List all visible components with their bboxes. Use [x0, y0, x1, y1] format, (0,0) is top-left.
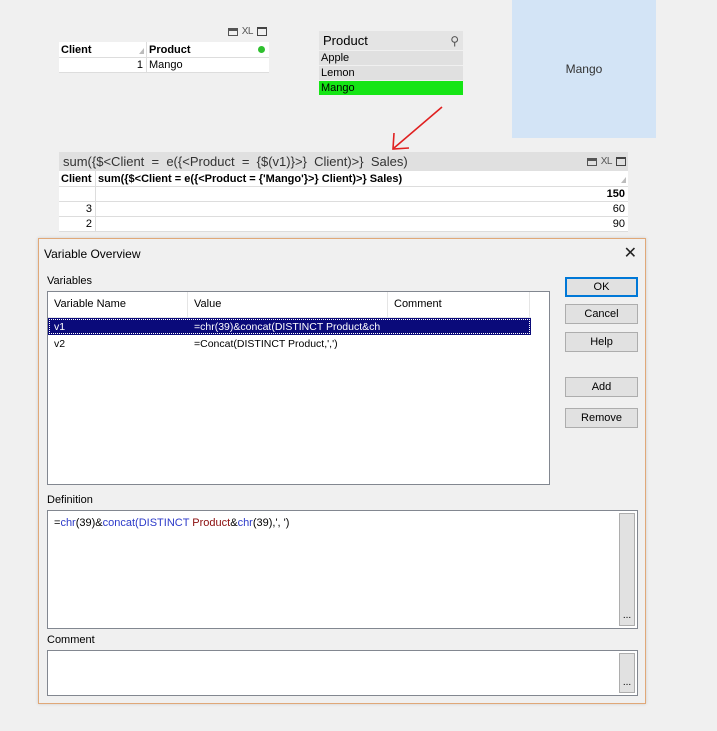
table-row[interactable]: 2 90: [59, 217, 628, 232]
xl-icon[interactable]: XL: [242, 26, 254, 37]
column-header-comment[interactable]: Comment: [388, 292, 530, 317]
product-listbox: Product ⚲ Apple Lemon Mango: [319, 31, 463, 95]
dialog-title: Variable Overview: [44, 247, 141, 261]
listbox-title: Product: [323, 33, 368, 48]
table-row[interactable]: 1 Mango: [59, 58, 269, 73]
red-arrow-annotation: [392, 106, 443, 150]
definition-label: Definition: [47, 494, 93, 506]
table-header: Client Product: [59, 42, 269, 58]
variables-list[interactable]: Variable Name Value Comment v1 =chr(39)&…: [47, 291, 550, 485]
text-object: Mango: [512, 0, 656, 138]
column-header-value[interactable]: Value: [188, 292, 388, 317]
comment-expand-button[interactable]: ...: [619, 653, 635, 693]
cell-client: 1: [59, 58, 147, 72]
listbox-item-lemon[interactable]: Lemon: [319, 65, 463, 80]
variable-value: =Concat(DISTINCT Product,','): [194, 337, 338, 350]
ok-button[interactable]: OK: [565, 277, 638, 297]
listbox-item-apple[interactable]: Apple: [319, 50, 463, 65]
variable-name: v1: [54, 320, 66, 333]
cell-client: 3: [59, 202, 96, 216]
table-caption: sum({$<Client = e({<Product = {$(v1)}>} …: [59, 152, 628, 171]
help-button[interactable]: Help: [565, 332, 638, 352]
variables-list-header: Variable Name Value Comment: [48, 292, 531, 318]
column-header-variable-name[interactable]: Variable Name: [48, 292, 188, 317]
table-row[interactable]: 3 60: [59, 202, 628, 217]
cell-client: 2: [59, 217, 96, 231]
cancel-button[interactable]: Cancel: [565, 304, 638, 324]
column-header-client[interactable]: Client: [59, 42, 147, 57]
remove-button[interactable]: Remove: [565, 408, 638, 428]
maximize-icon[interactable]: [616, 157, 626, 166]
sum-table: sum({$<Client = e({<Product = {$(v1)}>} …: [59, 152, 628, 232]
dialog-titlebar[interactable]: Variable Overview ✕: [39, 239, 645, 269]
search-status-icon: [258, 46, 265, 53]
sort-icon: [621, 177, 626, 183]
definition-editor[interactable]: =chr(39)&concat(DISTINCT Product&chr(39)…: [47, 510, 638, 629]
listbox-caption: Product ⚲: [319, 31, 463, 50]
cell-value: 90: [612, 218, 625, 230]
column-header-expression[interactable]: sum({$<Client = e({<Product = {'Mango'}>…: [96, 171, 628, 186]
client-product-table: XL Client Product 1 Mango: [59, 24, 269, 74]
column-header-client[interactable]: Client: [59, 171, 96, 186]
cell-client: [59, 187, 96, 201]
variable-value: =chr(39)&concat(DISTINCT Product&ch: [194, 320, 381, 333]
definition-text: =chr(39)&concat(DISTINCT Product&chr(39)…: [54, 517, 290, 529]
table-caption: XL: [59, 24, 269, 42]
cell-total: 150: [606, 188, 625, 200]
column-header-product[interactable]: Product: [147, 42, 269, 57]
variable-name: v2: [54, 337, 66, 350]
variable-overview-dialog: Variable Overview ✕ Variables Variable N…: [38, 238, 646, 704]
xl-icon[interactable]: XL: [601, 156, 613, 167]
variable-row-v1[interactable]: v1 =chr(39)&concat(DISTINCT Product&ch: [48, 318, 531, 335]
sort-icon: [139, 48, 144, 54]
close-icon[interactable]: ✕: [624, 246, 637, 262]
table-header: Client sum({$<Client = e({<Product = {'M…: [59, 171, 628, 187]
search-icon[interactable]: ⚲: [450, 34, 459, 48]
definition-expand-button[interactable]: ...: [619, 513, 635, 626]
add-button[interactable]: Add: [565, 377, 638, 397]
comment-editor[interactable]: ...: [47, 650, 638, 696]
print-icon[interactable]: [227, 27, 238, 36]
table-title: sum({$<Client = e({<Product = {$(v1)}>} …: [63, 154, 408, 169]
listbox-item-mango[interactable]: Mango: [319, 80, 463, 95]
maximize-icon[interactable]: [257, 27, 267, 36]
cell-product: Mango: [149, 59, 183, 71]
print-icon[interactable]: [586, 157, 597, 166]
cell-value: 60: [612, 203, 625, 215]
comment-label: Comment: [47, 634, 95, 646]
variables-label: Variables: [47, 275, 93, 287]
totals-row: 150: [59, 187, 628, 202]
variable-row-v2[interactable]: v2 =Concat(DISTINCT Product,','): [48, 335, 531, 352]
